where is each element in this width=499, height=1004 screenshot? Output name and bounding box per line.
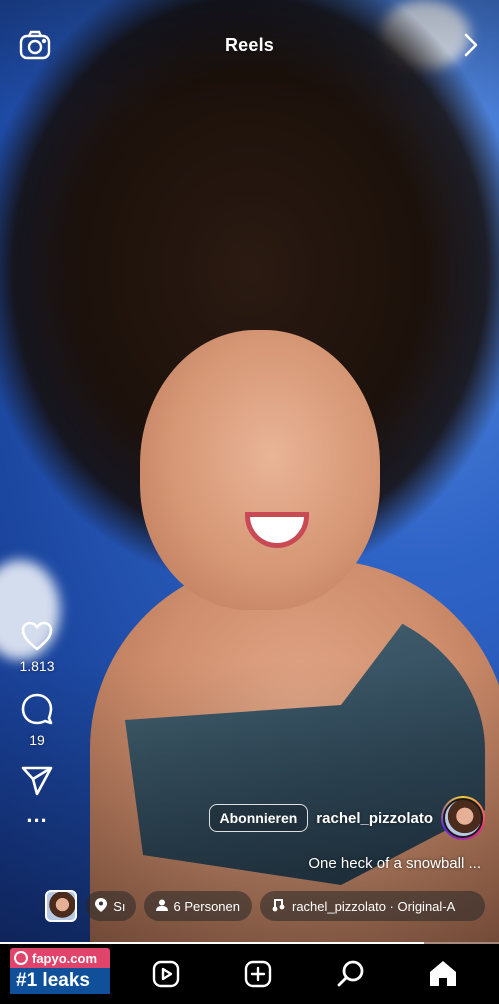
chevron-right-icon[interactable]: [455, 30, 485, 60]
reels-icon[interactable]: [146, 954, 186, 994]
audio-chip[interactable]: rachel_pizzolato · Original-A: [260, 891, 485, 921]
audio-label: rachel_pizzolato · Original-A: [292, 898, 456, 914]
people-label: 6 Personen: [173, 898, 241, 914]
comment-icon[interactable]: [20, 692, 54, 726]
location-pin-icon: [95, 897, 108, 915]
location-chip[interactable]: Sı: [85, 891, 136, 921]
person-icon: [155, 899, 168, 914]
audio-thumbnail[interactable]: [45, 890, 78, 922]
avatar[interactable]: [441, 796, 485, 840]
comment-action: 19: [12, 692, 62, 748]
send-icon[interactable]: [21, 766, 53, 796]
location-label: Sı: [113, 898, 126, 914]
heart-icon[interactable]: [20, 620, 54, 652]
tagged-people-chip[interactable]: 6 Personen: [143, 891, 252, 921]
follow-button[interactable]: Abonnieren: [208, 804, 309, 832]
chips-row: rachel_pizzolato · Original-A 6 Personen…: [12, 888, 485, 924]
music-note-icon: [272, 898, 286, 915]
post-author-row: rachel_pizzolato Abonnieren: [208, 796, 485, 840]
username[interactable]: rachel_pizzolato: [316, 810, 433, 827]
page-title: Reels: [224, 35, 275, 55]
more-action[interactable]: ...: [12, 804, 62, 826]
watermark-tagline: #1 leaks: [10, 968, 110, 994]
more-icon[interactable]: ...: [26, 804, 47, 826]
comment-count: 19: [29, 732, 45, 748]
like-count: 1.813: [19, 658, 55, 674]
action-column: 1.813 19 ...: [12, 620, 62, 838]
create-icon[interactable]: [238, 954, 278, 994]
top-bar: Reels: [0, 0, 499, 90]
watermark-site: fapyo.com: [32, 950, 98, 966]
share-action: [12, 766, 62, 796]
watermark: fapyo.com #1 leaks: [10, 948, 110, 996]
home-icon[interactable]: [423, 954, 463, 994]
search-icon[interactable]: [331, 954, 371, 994]
post-caption[interactable]: One heck of a snowball ...: [308, 855, 481, 872]
like-action: 1.813: [12, 620, 62, 674]
